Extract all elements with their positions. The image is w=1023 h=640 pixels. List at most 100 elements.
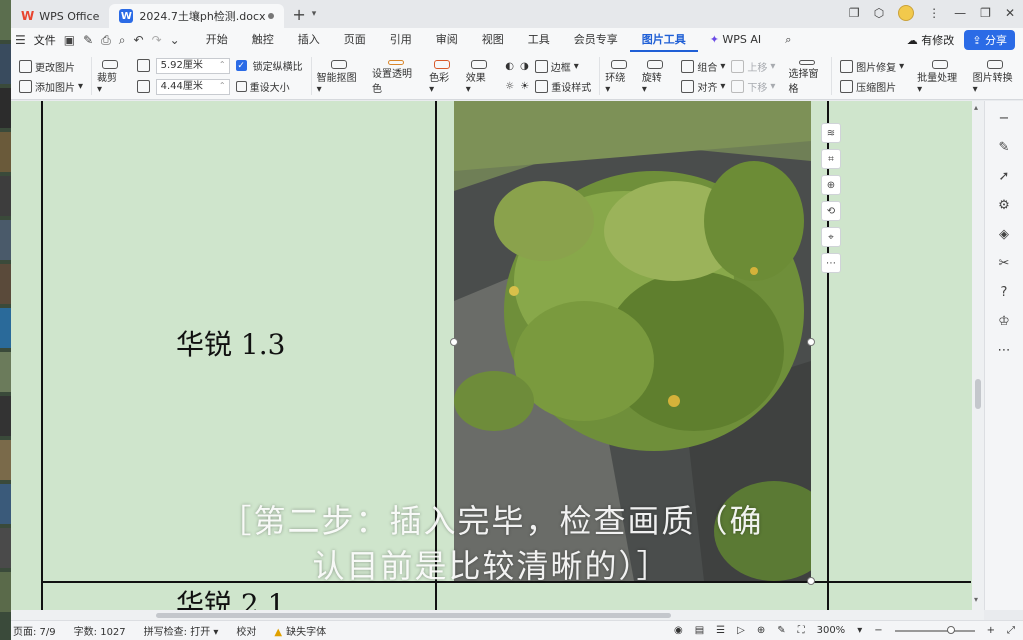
side-minus-icon[interactable]: −: [999, 111, 1010, 126]
user-avatar[interactable]: [898, 5, 915, 21]
move-down-button[interactable]: 下移 ▾: [731, 79, 775, 94]
redo-icon[interactable]: ↷: [152, 33, 162, 47]
pen-icon[interactable]: ✎: [777, 625, 785, 636]
effects-button[interactable]: 效果 ▾: [461, 57, 498, 95]
set-transparent-button[interactable]: 设置透明色: [367, 57, 424, 95]
move-up-button[interactable]: 上移 ▾: [731, 59, 775, 74]
word-count[interactable]: 字数: 1027: [74, 623, 126, 638]
rotate-button[interactable]: 旋转 ▾: [637, 57, 674, 95]
minimize-icon[interactable]: —: [954, 6, 966, 20]
web-layout-icon[interactable]: ☰: [716, 625, 725, 636]
tab-member[interactable]: 会员专享: [562, 28, 630, 52]
tab-list-chevron-icon[interactable]: ▾: [312, 9, 317, 19]
contrast-icon[interactable]: ◑: [520, 61, 529, 72]
sun-up-icon[interactable]: ☼: [505, 81, 514, 92]
vertical-scrollbar[interactable]: ▴ ▾: [972, 101, 984, 610]
menu-dots-icon[interactable]: ⋮: [928, 6, 940, 20]
extract-text-icon[interactable]: ⌖: [821, 227, 841, 247]
reset-style-button[interactable]: 重设样式: [535, 79, 591, 94]
zoom-out-icon[interactable]: −: [874, 625, 882, 636]
width-input[interactable]: 5.92厘米: [155, 57, 230, 74]
sun-down-icon[interactable]: ☀: [520, 81, 529, 92]
scroll-up-icon[interactable]: ▴: [974, 103, 978, 112]
globe-icon[interactable]: ⊕: [757, 625, 765, 636]
picture-repair-button[interactable]: 图片修复 ▾: [840, 59, 904, 74]
float-rotate-icon[interactable]: ⟲: [821, 201, 841, 221]
side-shirt-icon[interactable]: ♔: [998, 314, 1010, 329]
proofread-button[interactable]: 校对: [236, 623, 256, 638]
tab-tools[interactable]: 工具: [516, 28, 562, 52]
missing-font-button[interactable]: ▲ 缺失字体: [274, 623, 326, 638]
eye-protection-icon[interactable]: ◉: [674, 625, 683, 636]
side-select-icon[interactable]: ➚: [999, 169, 1010, 184]
side-more-icon[interactable]: ⋯: [998, 343, 1011, 358]
share-button[interactable]: ⇪ 分享: [964, 30, 1015, 50]
batch-process-button[interactable]: 批量处理 ▾: [912, 57, 967, 95]
float-crop-icon[interactable]: ⌗: [821, 149, 841, 169]
align-button[interactable]: 对齐 ▾: [681, 79, 725, 94]
tab-touch[interactable]: 触控: [240, 28, 286, 52]
color-button[interactable]: 色彩 ▾: [424, 57, 461, 95]
tab-insert[interactable]: 插入: [286, 28, 332, 52]
tab-page[interactable]: 页面: [332, 28, 378, 52]
group-button[interactable]: 组合 ▾: [681, 59, 725, 74]
reset-size-button[interactable]: 重设大小: [235, 79, 290, 94]
select-pane-button[interactable]: 选择窗格: [783, 57, 833, 95]
layout-options-icon[interactable]: ≋: [821, 123, 841, 143]
compress-picture-button[interactable]: 压缩图片: [840, 79, 896, 94]
restore-icon[interactable]: ❐: [980, 6, 991, 20]
page-indicator[interactable]: 页面: 7/9: [13, 623, 56, 638]
side-style-icon[interactable]: ◈: [999, 227, 1009, 242]
quick-access-chevron-icon[interactable]: ⌄: [170, 33, 180, 47]
height-input[interactable]: 4.44厘米: [155, 78, 230, 95]
zoom-slider[interactable]: [894, 625, 975, 634]
tab-review[interactable]: 审阅: [424, 28, 470, 52]
side-help-icon[interactable]: ?: [1001, 285, 1008, 300]
side-edit-icon[interactable]: ✎: [999, 140, 1010, 155]
tab-wps-ai[interactable]: ✦ WPS AI: [698, 28, 773, 52]
side-settings-icon[interactable]: ⚙: [998, 198, 1010, 213]
new-tab-plus-icon[interactable]: +: [292, 5, 305, 24]
tab-document[interactable]: W 2024.7土壤ph检测.docx: [109, 4, 285, 28]
play-icon[interactable]: ▷: [737, 625, 745, 636]
more-options-icon[interactable]: ⋯: [821, 253, 841, 273]
unsaved-dot-icon[interactable]: [268, 13, 275, 19]
brightness-icon[interactable]: ◐: [505, 61, 514, 72]
spell-check-toggle[interactable]: 拼写检查: 打开 ▾: [144, 623, 219, 638]
print-icon[interactable]: ⎙: [101, 33, 111, 48]
horizontal-scrollbar[interactable]: [11, 610, 984, 620]
print-preview-icon[interactable]: ⌕: [119, 33, 126, 48]
side-tools-icon[interactable]: ✂: [999, 256, 1010, 271]
zoom-in-plus-icon[interactable]: +: [987, 625, 995, 636]
tab-view[interactable]: 视图: [470, 28, 516, 52]
zoom-dropdown-icon[interactable]: ▾: [857, 625, 862, 636]
change-picture-button[interactable]: 更改图片: [19, 59, 75, 74]
resize-handle-right[interactable]: [807, 338, 815, 346]
resize-handle-left[interactable]: [450, 338, 458, 346]
border-button[interactable]: 边框 ▾: [534, 59, 579, 74]
cube-icon[interactable]: ⬡: [874, 6, 884, 20]
crop-button[interactable]: 裁剪 ▾: [92, 57, 129, 95]
tab-wps-office[interactable]: W WPS Office: [11, 4, 109, 28]
zoom-in-icon[interactable]: ⊕: [821, 175, 841, 195]
wrap-button[interactable]: 环绕 ▾: [600, 57, 637, 95]
scroll-down-icon[interactable]: ▾: [974, 595, 978, 604]
search-icon[interactable]: ⌕: [773, 28, 803, 52]
brush-icon[interactable]: ✎: [83, 33, 93, 47]
tab-picture-tools[interactable]: 图片工具: [629, 28, 698, 52]
undo-icon[interactable]: ↶: [134, 33, 144, 47]
modified-status[interactable]: ☁ 有修改: [907, 32, 955, 48]
tab-home[interactable]: 开始: [194, 28, 240, 52]
page-view-icon[interactable]: ▤: [695, 625, 704, 636]
fit-page-icon[interactable]: ⛶: [798, 625, 805, 636]
smart-cutout-button[interactable]: 智能抠图 ▾: [312, 57, 367, 95]
close-icon[interactable]: ✕: [1005, 6, 1015, 20]
lock-ratio-checkbox[interactable]: ✓: [235, 60, 247, 71]
picture-convert-button[interactable]: 图片转换 ▾: [968, 57, 1023, 95]
document-canvas[interactable]: 华锐 1.3 华锐 2.1 ≋ ⌗ ⊕ ⟲ ⌖ ⋯ ［第二步：插入完毕，检查画质…: [11, 101, 972, 610]
expand-icon[interactable]: ⤢: [1007, 625, 1015, 636]
vertical-scroll-thumb[interactable]: [975, 379, 981, 409]
zoom-level[interactable]: 300%: [817, 625, 846, 636]
horizontal-scroll-thumb[interactable]: [156, 613, 671, 618]
save-icon[interactable]: ▣: [64, 33, 75, 47]
